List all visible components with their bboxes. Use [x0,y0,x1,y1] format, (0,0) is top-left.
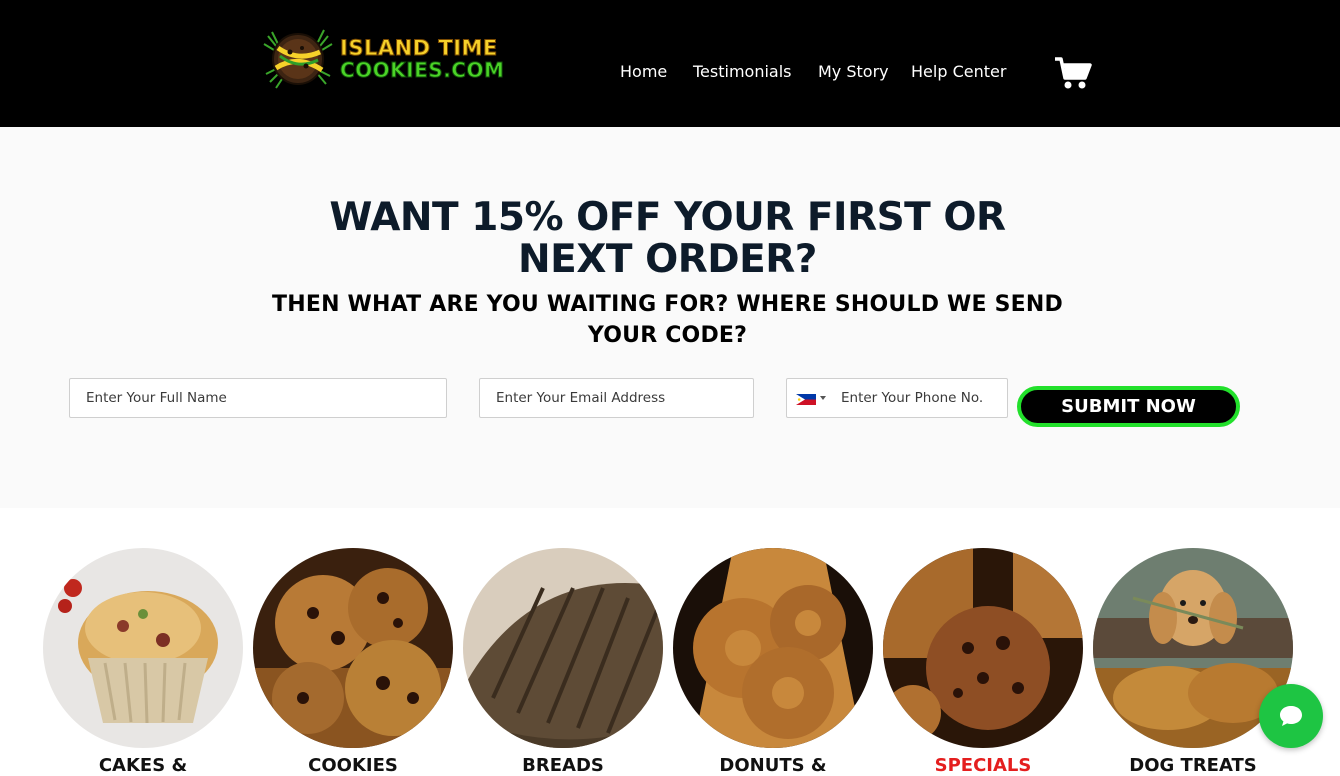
shopping-cart-icon [1055,57,1092,89]
nav-help-center[interactable]: Help Center [911,62,1006,84]
category-label-specials: SPECIALS [934,755,1032,776]
full-name-input[interactable] [69,378,447,418]
site-logo[interactable]: ISLAND TIME COOKIES.COM [262,26,505,92]
phone-field [786,378,1008,418]
cart-button[interactable] [1054,56,1092,90]
cookie-logo-icon [263,29,333,89]
email-input[interactable] [479,378,754,418]
donuts-image [673,548,873,748]
philippines-flag-icon[interactable] [796,394,816,405]
category-cookies[interactable]: COOKIES [253,548,453,776]
logo-wordmark-line1: ISLAND TIME [340,36,498,61]
category-label-breads: BREADS [522,755,604,776]
nav-testimonials[interactable]: Testimonials [693,62,792,84]
cookies-image [253,548,453,748]
category-dog-treats[interactable]: DOG TREATS [1093,548,1293,776]
breads-image [463,548,663,748]
chat-bubble-icon [1280,706,1302,726]
category-cakes[interactable]: CAKES & [43,548,243,776]
country-dropdown-caret-icon[interactable] [820,396,826,400]
category-breads[interactable]: BREADS [463,548,663,776]
category-donuts[interactable]: DONUTS & [673,548,873,776]
promo-section: WANT 15% OFF YOUR FIRST OR NEXT ORDER? T… [0,127,1340,508]
chat-button[interactable] [1259,684,1323,748]
category-label-donuts: DONUTS & [719,755,827,776]
specials-image [883,548,1083,748]
cakes-image [43,548,243,748]
category-specials[interactable]: SPECIALS [883,548,1083,776]
promo-headline: WANT 15% OFF YOUR FIRST OR NEXT ORDER? [329,195,1006,282]
category-label-cakes: CAKES & [98,755,188,776]
category-label-cookies: COOKIES [308,755,398,776]
site-header: ISLAND TIME COOKIES.COM Home Testimonial… [0,0,1340,127]
category-label-dog-treats: DOG TREATS [1129,755,1257,776]
phone-input[interactable] [831,379,1007,417]
nav-my-story[interactable]: My Story [818,62,889,84]
promo-subline: THEN WHAT ARE YOU WAITING FOR? WHERE SHO… [272,292,1063,348]
logo-wordmark-line2: COOKIES.COM [339,58,505,83]
nav-home[interactable]: Home [620,62,667,84]
submit-now-button[interactable]: SUBMIT NOW [1017,386,1240,427]
